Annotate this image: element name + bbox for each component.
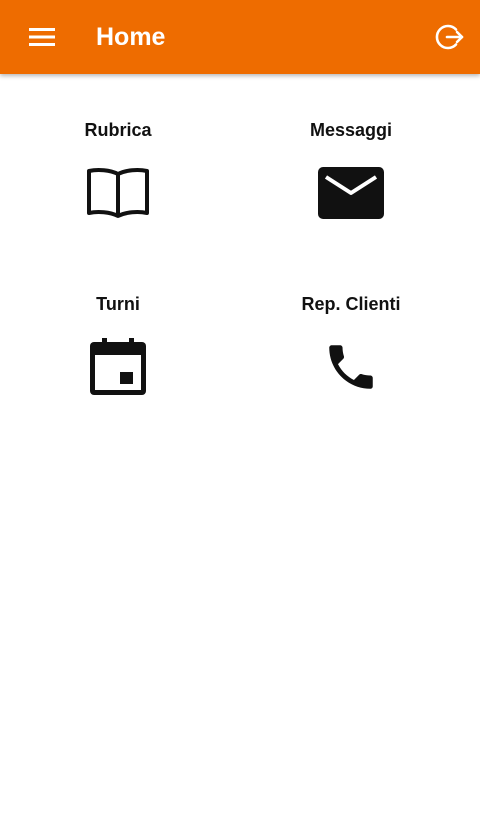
tile-label-messaggi: Messaggi <box>309 120 393 140</box>
app-bar: Home <box>0 0 480 74</box>
home-screen: Home Rubrica Messaggi Turni Rep. Clienti <box>0 0 480 822</box>
logout-button[interactable] <box>432 19 468 55</box>
tile-messaggi[interactable]: Messaggi <box>251 119 451 249</box>
book-icon <box>82 157 154 229</box>
mail-icon <box>315 157 387 229</box>
tile-label-rep-clienti: Rep. Clienti <box>301 294 401 314</box>
logout-icon <box>435 24 464 50</box>
menu-icon <box>29 28 55 46</box>
phone-icon <box>315 331 387 403</box>
tile-label-turni: Turni <box>96 294 140 314</box>
tile-rep-clienti[interactable]: Rep. Clienti <box>251 293 451 423</box>
page-title: Home <box>96 23 166 51</box>
tile-label-rubrica: Rubrica <box>84 120 152 140</box>
menu-button[interactable] <box>24 20 60 54</box>
tile-rubrica[interactable]: Rubrica <box>18 119 218 249</box>
calendar-icon <box>82 331 154 403</box>
tile-turni[interactable]: Turni <box>18 293 218 423</box>
